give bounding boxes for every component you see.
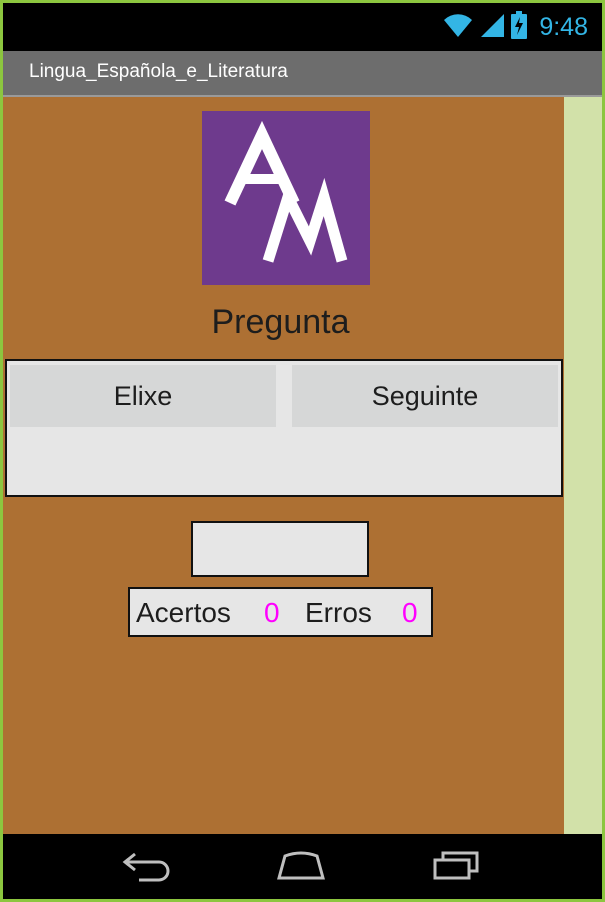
device-frame: 9:48 Lingua_Española_e_Literatura Pregun… (0, 0, 605, 902)
back-icon[interactable] (121, 848, 171, 887)
errors-label: Erros (305, 597, 372, 628)
app-title: Lingua_Española_e_Literatura (29, 61, 288, 82)
app-logo (202, 111, 370, 285)
navigation-bar (3, 834, 602, 899)
status-time: 9:48 (539, 12, 588, 41)
wifi-icon (443, 12, 473, 43)
choose-button[interactable]: Elixe (10, 365, 276, 427)
signal-icon (479, 12, 505, 43)
correct-label: Acertos (136, 597, 231, 628)
errors-count: 0 (402, 597, 418, 628)
main-screen: Pregunta Elixe Seguinte Acertos 0 Erros … (3, 97, 564, 834)
status-icons: 9:48 (443, 10, 588, 44)
next-button[interactable]: Seguinte (292, 365, 558, 427)
question-label: Pregunta (211, 303, 350, 341)
score-panel: Acertos 0 Erros 0 (128, 587, 433, 637)
home-icon[interactable] (275, 848, 327, 887)
recent-apps-icon[interactable] (431, 848, 483, 887)
side-strip (564, 97, 602, 834)
app-title-bar: Lingua_Española_e_Literatura (3, 51, 602, 97)
battery-charging-icon (511, 10, 528, 44)
correct-count: 0 (264, 597, 280, 628)
status-bar: 9:48 (3, 3, 602, 51)
button-panel: Elixe Seguinte (5, 359, 563, 497)
am-logo-icon (224, 120, 348, 263)
answer-box[interactable] (191, 521, 369, 577)
